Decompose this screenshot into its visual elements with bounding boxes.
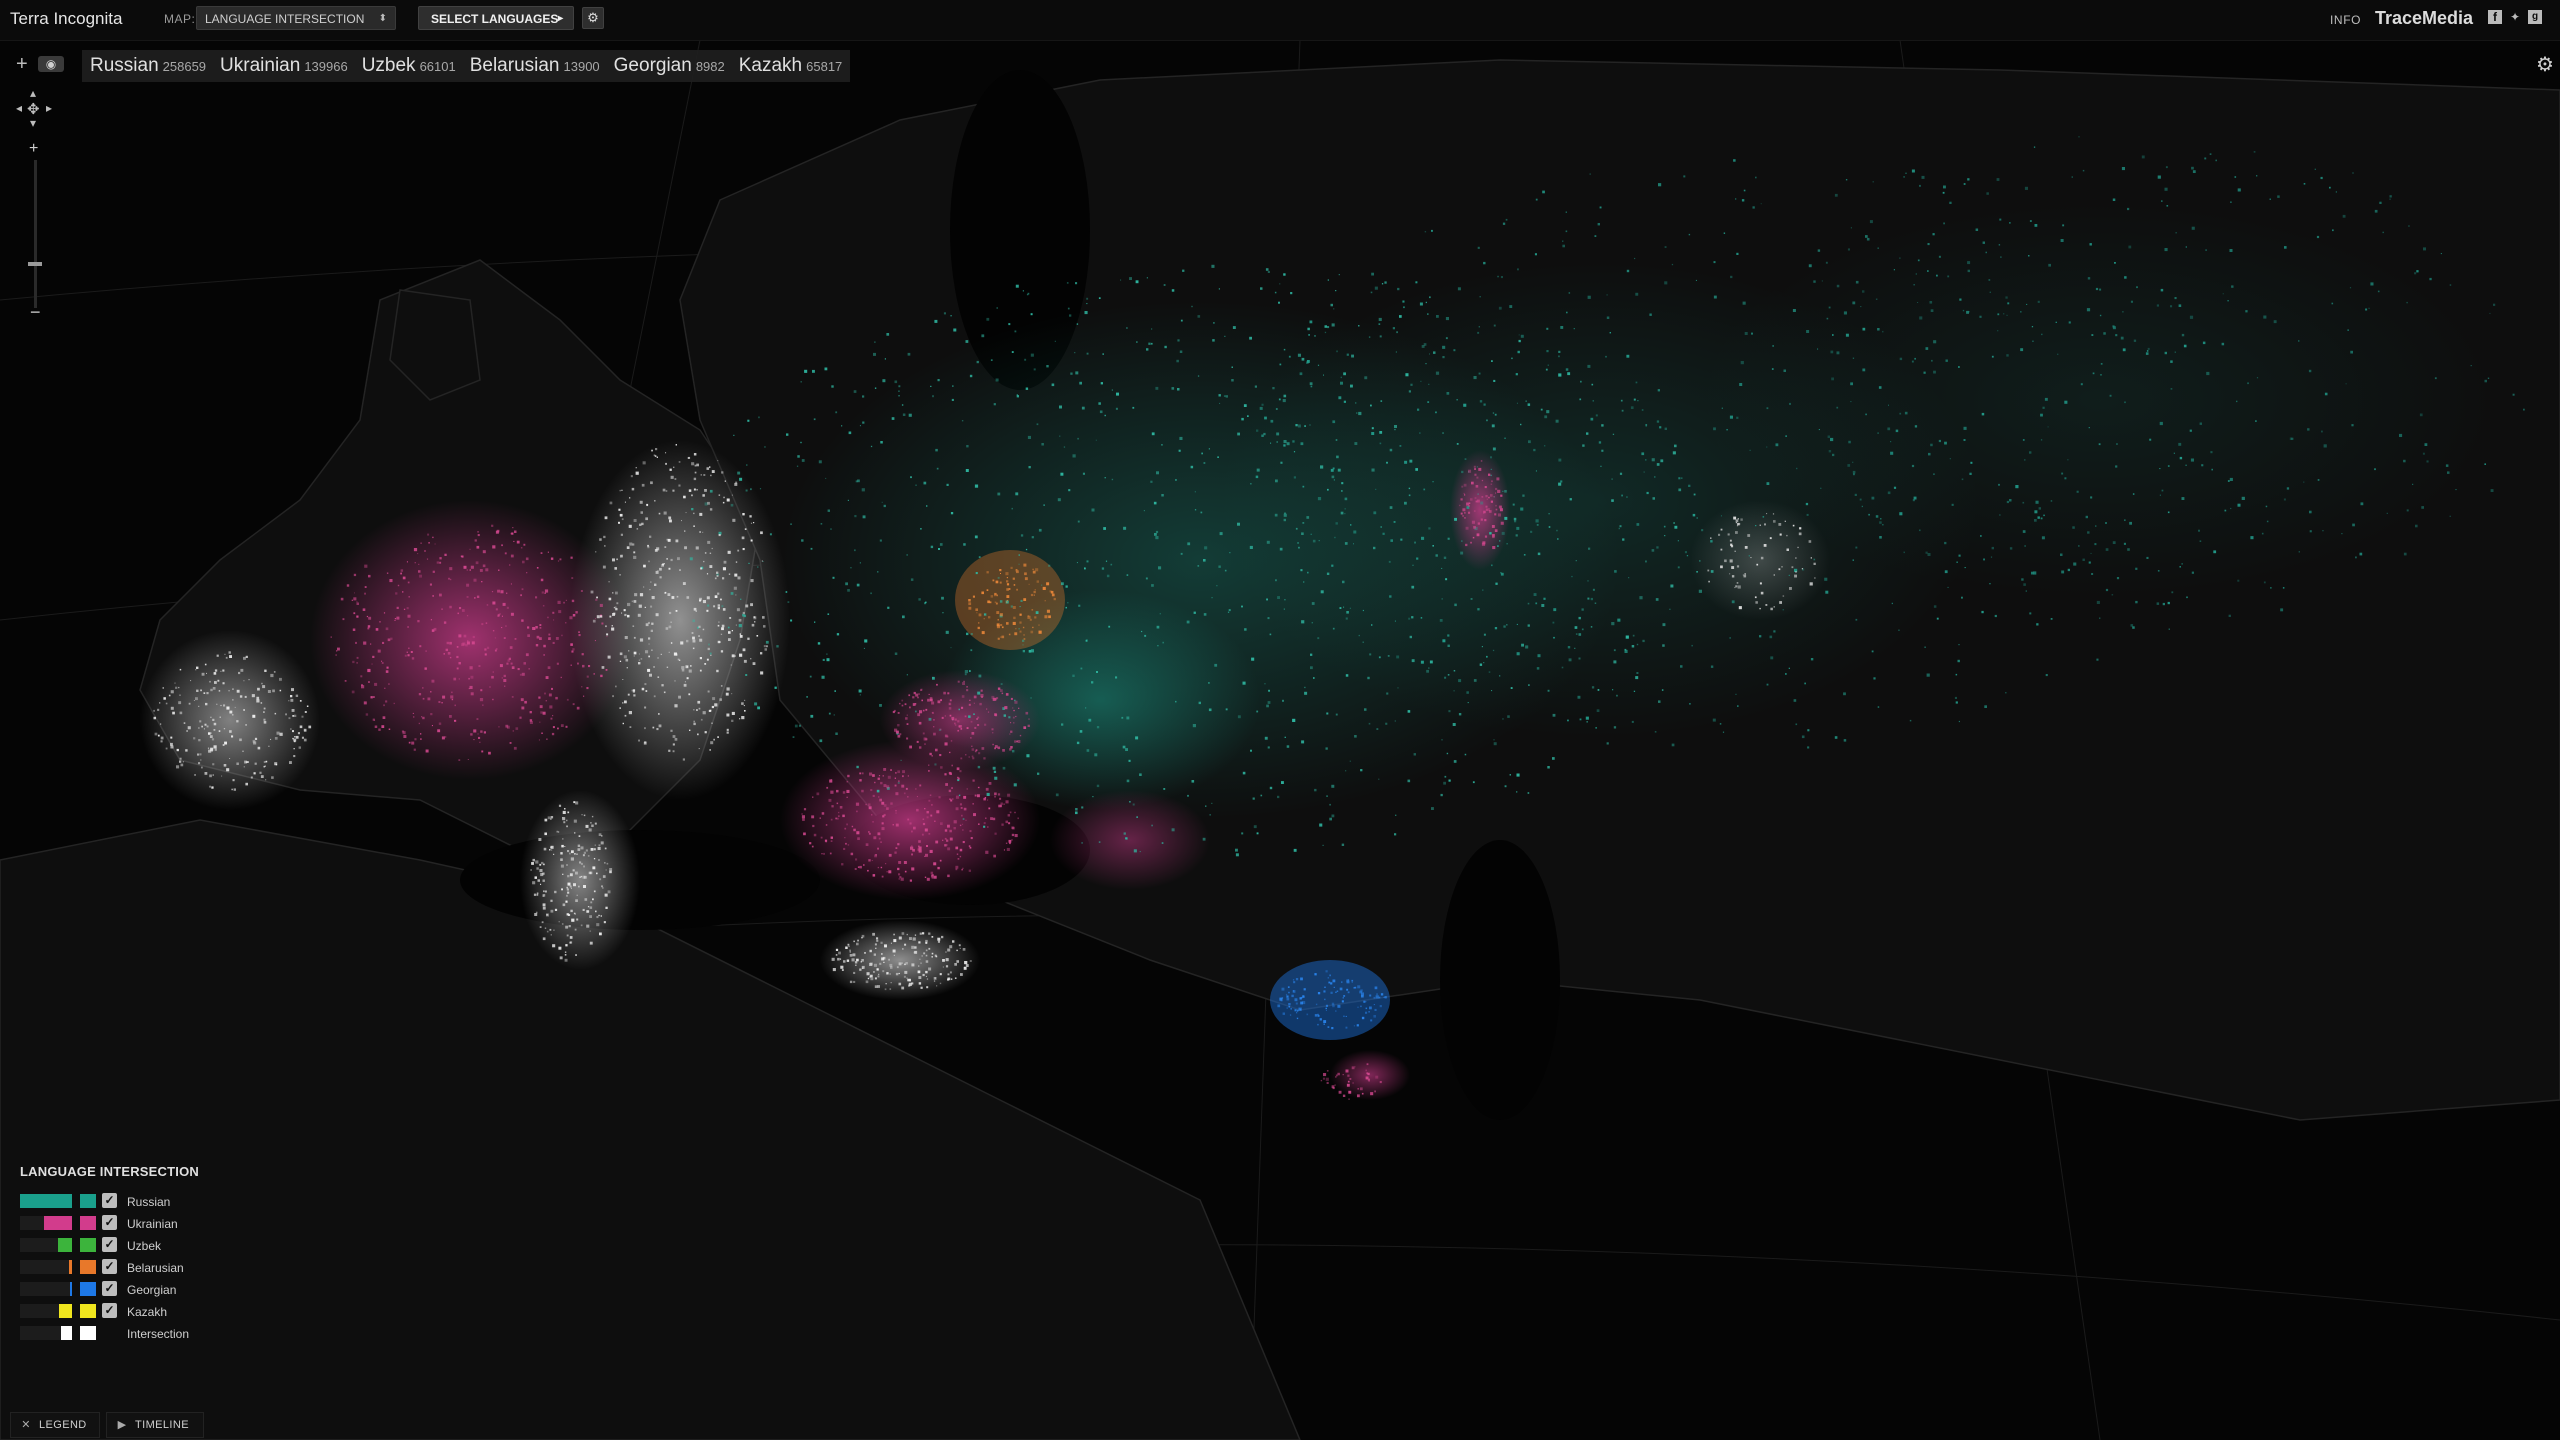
- legend-label: Belarusian: [127, 1261, 184, 1275]
- legend-share-bar: [20, 1282, 72, 1296]
- language-count: 139966: [304, 59, 348, 74]
- language-count: 258659: [162, 59, 207, 74]
- pan-arrows-icon: ✥: [27, 101, 40, 118]
- settings-gear-icon[interactable]: ⚙: [2536, 52, 2554, 77]
- facebook-icon[interactable]: f: [2488, 10, 2502, 24]
- legend-share-fill: [44, 1216, 72, 1230]
- select-caret-icon: ⬍: [378, 13, 387, 24]
- legend-row-uzbek: ✓ Uzbek: [20, 1235, 250, 1257]
- language-count-belarusian[interactable]: Belarusian 13900: [470, 55, 600, 77]
- legend-row-kazakh: ✓ Kazakh: [20, 1301, 250, 1323]
- top-bar: Terra Incognita MAP: LANGUAGE INTERSECTI…: [0, 0, 2560, 41]
- legend-row-belarusian: ✓ Belarusian: [20, 1257, 250, 1279]
- legend-panel: LANGUAGE INTERSECTION ✓ Russian ✓ Ukrainian…: [20, 1164, 250, 1345]
- eye-icon[interactable]: ◉: [38, 56, 64, 72]
- language-name: Kazakh: [738, 55, 803, 76]
- chevron-right-icon: ▸: [557, 13, 563, 24]
- legend-share-fill: [59, 1304, 72, 1318]
- language-count-kazakh[interactable]: Kazakh 65817: [739, 55, 843, 77]
- legend-share-bar: [20, 1194, 72, 1208]
- language-count: 66101: [419, 59, 456, 74]
- zoom-slider-track[interactable]: [34, 160, 37, 308]
- legend-row-georgian: ✓ Georgian: [20, 1279, 250, 1301]
- timeline-label: TIMELINE: [135, 1419, 189, 1431]
- select-languages-button[interactable]: SELECT LANGUAGES ▸: [418, 6, 574, 30]
- legend-row-ukrainian: ✓ Ukrainian: [20, 1213, 250, 1235]
- legend-color-swatch: [80, 1282, 96, 1296]
- legend-share-bar: [20, 1326, 72, 1340]
- legend-label: Russian: [127, 1195, 171, 1209]
- plus-icon[interactable]: +: [16, 54, 28, 74]
- pan-right-icon[interactable]: ▸: [46, 101, 52, 115]
- zoom-in-button[interactable]: +: [29, 140, 38, 158]
- legend-label: Uzbek: [127, 1239, 162, 1253]
- language-count: 13900: [563, 59, 600, 74]
- twitter-icon[interactable]: ✦: [2508, 10, 2522, 24]
- legend-checkbox[interactable]: ✓: [102, 1193, 117, 1208]
- legend-toggle-label: LEGEND: [39, 1419, 87, 1431]
- legend-share-fill: [58, 1238, 72, 1252]
- legend-color-swatch: [80, 1260, 96, 1274]
- legend-share-bar: [20, 1304, 72, 1318]
- legend-share-fill: [69, 1260, 72, 1274]
- gear-icon[interactable]: ⚙: [582, 7, 604, 29]
- language-count-ukrainian[interactable]: Ukrainian 139966: [220, 55, 348, 77]
- legend-share-fill: [61, 1326, 72, 1340]
- legend-share-bar: [20, 1216, 72, 1230]
- language-name: Georgian: [613, 55, 692, 76]
- pan-control[interactable]: ▴ ▾ ◂ ▸ ✥: [14, 86, 58, 132]
- play-icon: ▶: [117, 1419, 127, 1431]
- language-count-uzbek[interactable]: Uzbek 66101: [362, 55, 456, 77]
- language-name: Ukrainian: [220, 55, 301, 76]
- pan-left-icon[interactable]: ◂: [16, 101, 22, 115]
- world-map[interactable]: [0, 0, 2560, 1440]
- legend-title: LANGUAGE INTERSECTION: [20, 1164, 199, 1179]
- language-name: Russian: [90, 55, 159, 76]
- language-name: Belarusian: [469, 55, 560, 76]
- google-plus-icon[interactable]: g: [2528, 10, 2542, 24]
- language-count-georgian[interactable]: Georgian 8982: [614, 55, 725, 77]
- legend-color-swatch: [80, 1326, 96, 1340]
- legend-share-fill: [20, 1194, 72, 1208]
- pan-up-icon[interactable]: ▴: [30, 86, 36, 100]
- language-counts-bar: Russian 258659 Ukrainian 139966 Uzbek 66101 Be…: [82, 50, 851, 82]
- zoom-out-button[interactable]: −: [30, 302, 41, 323]
- zoom-slider-thumb[interactable]: [28, 262, 42, 266]
- legend-toggle-button[interactable]: ✕ LEGEND: [10, 1412, 100, 1438]
- app-title: Terra Incognita: [10, 9, 123, 28]
- map-select-value: LANGUAGE INTERSECTION: [205, 12, 365, 26]
- language-count: 65817: [806, 59, 843, 74]
- legend-checkbox[interactable]: ✓: [102, 1259, 117, 1274]
- legend-checkbox[interactable]: ✓: [102, 1215, 117, 1230]
- map-label: MAP:: [164, 12, 196, 26]
- select-languages-label: SELECT LANGUAGES: [431, 12, 559, 26]
- legend-row-intersection: Intersection: [20, 1323, 250, 1345]
- legend-checkbox[interactable]: ✓: [102, 1281, 117, 1296]
- map-select[interactable]: LANGUAGE INTERSECTION ⬍: [196, 6, 396, 30]
- legend-label: Georgian: [127, 1283, 177, 1297]
- legend-checkbox[interactable]: ✓: [102, 1237, 117, 1252]
- legend-label: Intersection: [127, 1327, 190, 1341]
- brand-logo[interactable]: TraceMedia: [2375, 8, 2473, 29]
- legend-color-swatch: [80, 1194, 96, 1208]
- legend-color-swatch: [80, 1216, 96, 1230]
- pan-down-icon[interactable]: ▾: [30, 116, 36, 130]
- legend-share-bar: [20, 1260, 72, 1274]
- legend-share-bar: [20, 1238, 72, 1252]
- legend-label: Kazakh: [127, 1305, 168, 1319]
- legend-color-swatch: [80, 1238, 96, 1252]
- legend-label: Ukrainian: [127, 1217, 178, 1231]
- close-icon: ✕: [21, 1419, 31, 1431]
- timeline-button[interactable]: ▶ TIMELINE: [106, 1412, 204, 1438]
- legend-share-fill: [70, 1282, 72, 1296]
- language-name: Uzbek: [361, 55, 416, 76]
- language-count: 8982: [695, 59, 725, 74]
- legend-row-russian: ✓ Russian: [20, 1191, 250, 1213]
- info-link[interactable]: INFO: [2330, 13, 2361, 27]
- legend-color-swatch: [80, 1304, 96, 1318]
- language-count-russian[interactable]: Russian 258659: [90, 55, 206, 77]
- legend-checkbox[interactable]: ✓: [102, 1303, 117, 1318]
